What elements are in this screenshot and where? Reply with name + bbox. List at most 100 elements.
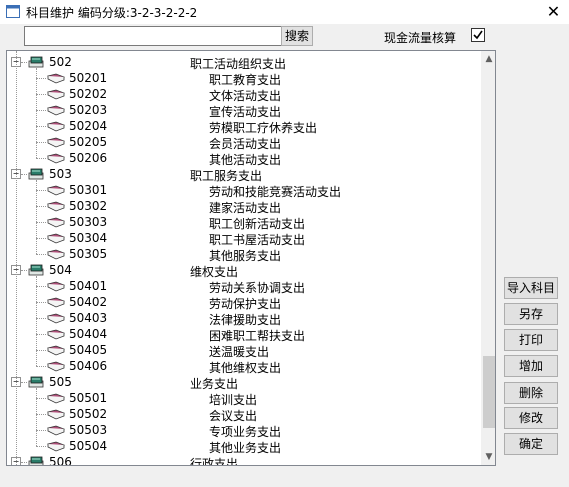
- tree-connector: [36, 190, 46, 191]
- book-stack-icon: [28, 376, 44, 388]
- account-code: 506: [49, 455, 72, 466]
- single-book-icon: [47, 409, 65, 420]
- tree-leaf-row[interactable]: 50304 职工书屋活动支出: [7, 230, 481, 247]
- tree-connector: [36, 398, 46, 399]
- tree-leaf-row[interactable]: 50301 劳动和技能竞赛活动支出: [7, 182, 481, 199]
- single-book-icon: [47, 361, 65, 372]
- vertical-scrollbar[interactable]: ▲ ▼: [481, 51, 495, 465]
- tree-group-row[interactable]: −502 职工活动组织支出: [7, 54, 481, 71]
- account-code: 50406: [69, 359, 108, 373]
- tree-group-row[interactable]: −506 行政支出: [7, 454, 481, 466]
- tree-leaf-row[interactable]: 50401 劳动关系协调支出: [7, 278, 481, 295]
- close-button[interactable]: ✕: [538, 0, 569, 24]
- tree-leaf-row[interactable]: 50404 困难职工帮扶支出: [7, 326, 481, 343]
- add-button[interactable]: 增加: [504, 355, 558, 377]
- single-book-icon: [47, 281, 65, 292]
- tree-connector: [21, 62, 27, 63]
- account-code: 505: [49, 375, 72, 389]
- tree-leaf-row[interactable]: 50302 建家活动支出: [7, 198, 481, 215]
- tree-connector: [36, 318, 46, 319]
- account-code: 50203: [69, 103, 108, 117]
- account-code: 50501: [69, 391, 108, 405]
- tree-connector: [36, 110, 46, 111]
- tree-connector: [36, 142, 46, 143]
- modify-button[interactable]: 修改: [504, 407, 558, 429]
- tree-connector: [36, 254, 46, 255]
- single-book-icon: [47, 153, 65, 164]
- import-accounts-button[interactable]: 导入科目: [504, 277, 558, 299]
- account-code: 50301: [69, 183, 108, 197]
- tree-leaf-row[interactable]: 50206 其他活动支出: [7, 150, 481, 167]
- account-code: 50206: [69, 151, 108, 165]
- tree-leaf-row[interactable]: 50504 其他业务支出: [7, 438, 481, 455]
- checkmark-icon: [473, 30, 483, 40]
- account-tree[interactable]: −502 职工活动组织支出 50201 职工教育支出 50202 文体活动支出 50203 宣…: [6, 50, 496, 466]
- tree-connector: [21, 174, 27, 175]
- single-book-icon: [47, 89, 65, 100]
- single-book-icon: [47, 329, 65, 340]
- save-as-button[interactable]: 另存: [504, 303, 558, 325]
- account-code: 50202: [69, 87, 108, 101]
- single-book-icon: [47, 297, 65, 308]
- tree-leaf-row[interactable]: 50202 文体活动支出: [7, 86, 481, 103]
- tree-leaf-row[interactable]: 50203 宣传活动支出: [7, 102, 481, 119]
- single-book-icon: [47, 441, 65, 452]
- tree-leaf-row[interactable]: 50406 其他维权支出: [7, 358, 481, 375]
- single-book-icon: [47, 425, 65, 436]
- cash-flow-checkbox[interactable]: [471, 28, 485, 42]
- tree-leaf-row[interactable]: 50403 法律援助支出: [7, 310, 481, 327]
- tree-leaf-row[interactable]: 50204 劳模职工疗休养支出: [7, 118, 481, 135]
- search-input[interactable]: [24, 26, 282, 46]
- app-window-icon: [6, 5, 20, 18]
- account-code: 502: [49, 55, 72, 69]
- account-code: 50201: [69, 71, 108, 85]
- confirm-button[interactable]: 确定: [504, 433, 558, 455]
- tree-connector: [36, 366, 46, 367]
- tree-connector: [36, 222, 46, 223]
- account-code: 50405: [69, 343, 108, 357]
- tree-connector: [36, 414, 46, 415]
- tree-group-row[interactable]: −505 业务支出: [7, 374, 481, 391]
- status-bar: [0, 470, 569, 487]
- account-code: 50305: [69, 247, 108, 261]
- account-code: 50402: [69, 295, 108, 309]
- tree-connector: [16, 51, 17, 465]
- tree-connector: [36, 94, 46, 95]
- delete-button[interactable]: 删除: [504, 382, 558, 404]
- tree-connector: [36, 68, 37, 158]
- print-button[interactable]: 打印: [504, 329, 558, 351]
- single-book-icon: [47, 345, 65, 356]
- tree-leaf-row[interactable]: 50205 会员活动支出: [7, 134, 481, 151]
- account-code: 504: [49, 263, 72, 277]
- tree-leaf-row[interactable]: 50402 劳动保护支出: [7, 294, 481, 311]
- account-code: 50502: [69, 407, 108, 421]
- tree-leaf-row[interactable]: 50201 职工教育支出: [7, 70, 481, 87]
- single-book-icon: [47, 185, 65, 196]
- tree-connector: [36, 302, 46, 303]
- book-stack-icon: [28, 168, 44, 180]
- account-code: 50304: [69, 231, 108, 245]
- tree-leaf-row[interactable]: 50503 专项业务支出: [7, 422, 481, 439]
- tree-leaf-row[interactable]: 50502 会议支出: [7, 406, 481, 423]
- tree-connector: [36, 238, 46, 239]
- tree-connector: [36, 126, 46, 127]
- scroll-thumb[interactable]: [483, 356, 495, 428]
- tree-group-row[interactable]: −504 维权支出: [7, 262, 481, 279]
- search-button[interactable]: 搜索: [281, 26, 313, 46]
- tree-leaf-row[interactable]: 50405 送温暖支出: [7, 342, 481, 359]
- account-code: 50205: [69, 135, 108, 149]
- account-code: 50401: [69, 279, 108, 293]
- scroll-up-icon[interactable]: ▲: [481, 51, 495, 67]
- tree-leaf-row[interactable]: 50305 其他服务支出: [7, 246, 481, 263]
- single-book-icon: [47, 105, 65, 116]
- account-code: 50204: [69, 119, 108, 133]
- tree-connector: [21, 382, 27, 383]
- scroll-down-icon[interactable]: ▼: [481, 449, 495, 465]
- account-name: 行政支出: [190, 457, 239, 466]
- tree-leaf-row[interactable]: 50501 培训支出: [7, 390, 481, 407]
- single-book-icon: [47, 121, 65, 132]
- tree-connector: [36, 334, 46, 335]
- tree-group-row[interactable]: −503 职工服务支出: [7, 166, 481, 183]
- book-stack-icon: [28, 456, 44, 465]
- tree-leaf-row[interactable]: 50303 职工创新活动支出: [7, 214, 481, 231]
